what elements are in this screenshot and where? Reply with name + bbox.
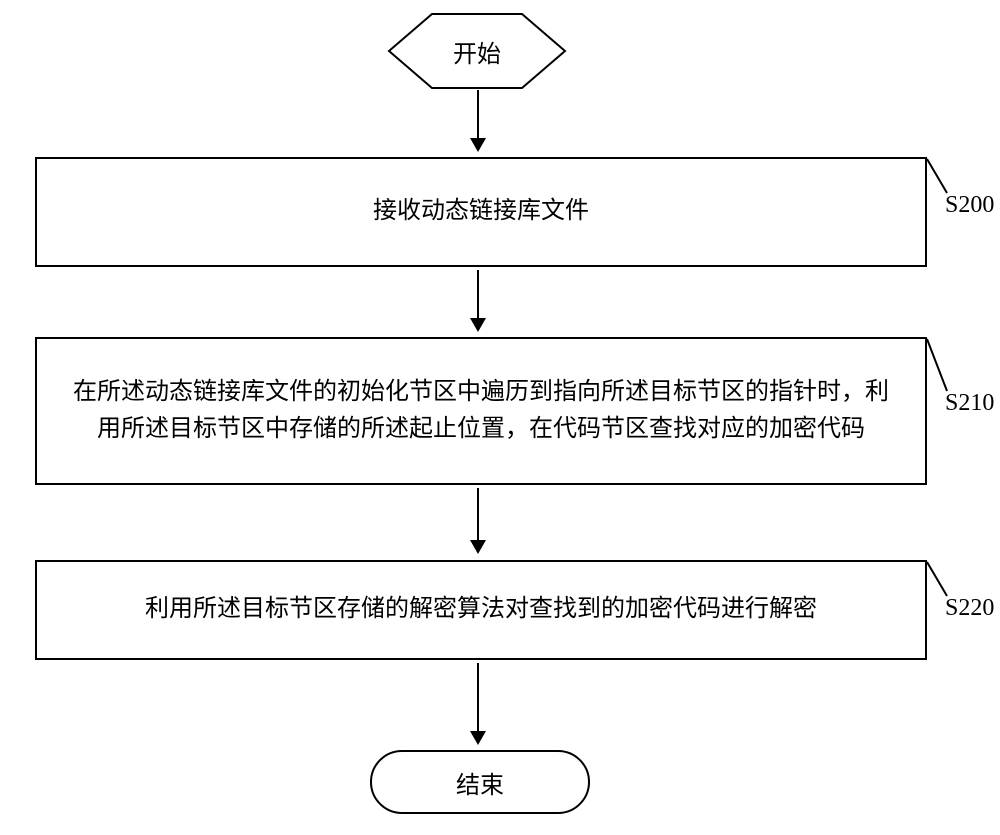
step-label-1: S200 [945, 192, 994, 219]
step-label-2: S210 [945, 390, 994, 417]
process-step-2-text: 在所述动态链接库文件的初始化节区中遍历到指向所述目标节区的指针时，利用所述目标节… [67, 374, 895, 448]
arrow-connector [477, 270, 479, 330]
arrow-connector [477, 90, 479, 150]
process-step-2: 在所述动态链接库文件的初始化节区中遍历到指向所述目标节区的指针时，利用所述目标节… [35, 337, 927, 485]
connector-line [925, 337, 949, 393]
step-label-3: S220 [945, 595, 994, 622]
process-step-1-text: 接收动态链接库文件 [373, 193, 589, 230]
start-label: 开始 [387, 12, 567, 90]
arrow-connector [477, 488, 479, 552]
arrow-connector [477, 663, 479, 743]
process-step-3-text: 利用所述目标节区存储的解密算法对查找到的加密代码进行解密 [145, 591, 817, 628]
process-step-1: 接收动态链接库文件 [35, 157, 927, 267]
connector-line [925, 560, 949, 598]
end-node: 结束 [370, 750, 590, 814]
start-node: 开始 [387, 12, 567, 90]
end-label: 结束 [456, 765, 504, 800]
connector-line [925, 157, 949, 195]
process-step-3: 利用所述目标节区存储的解密算法对查找到的加密代码进行解密 [35, 560, 927, 660]
flowchart-diagram: 开始 接收动态链接库文件 S200 在所述动态链接库文件的初始化节区中遍历到指向… [0, 0, 1000, 835]
